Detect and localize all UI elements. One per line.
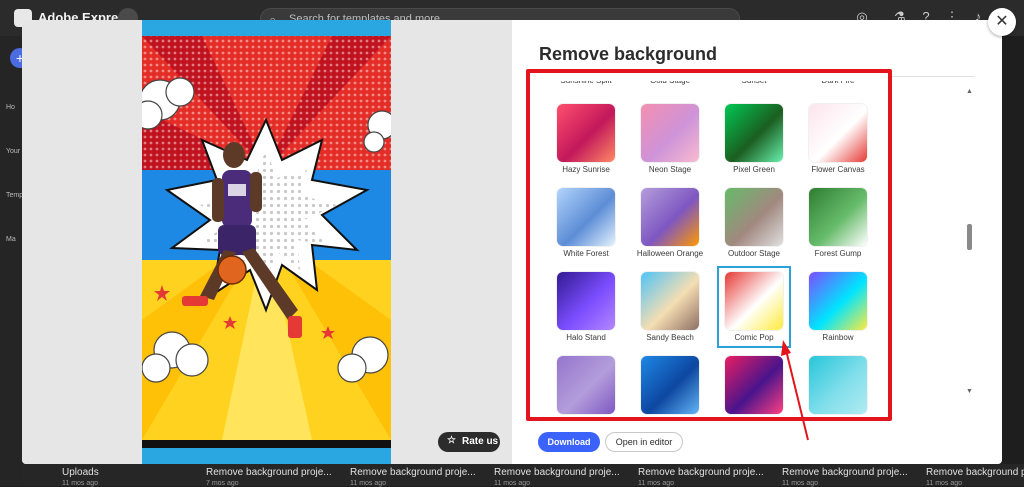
download-button[interactable]: Download — [538, 432, 600, 452]
recent-item-label[interactable]: Remove background proje... — [926, 467, 1024, 478]
left-sidebar: Ho Your Temp Ma — [0, 36, 23, 486]
recent-item-label[interactable]: Remove background proje... — [638, 467, 764, 478]
preview-pane: ☆ Rate us — [22, 20, 512, 464]
recent-item-label[interactable]: Uploads — [62, 467, 99, 478]
sidebar-item-home[interactable]: Ho — [6, 104, 15, 111]
close-modal-button[interactable]: ✕ — [988, 8, 1016, 36]
modal-title: Remove background — [539, 44, 718, 64]
sidebar-item-your-stuff[interactable]: Your — [6, 148, 20, 155]
annotation-red-box — [526, 69, 892, 421]
recent-item-label[interactable]: Remove background proje... — [494, 467, 620, 478]
scrollbar-thumb[interactable] — [967, 224, 972, 250]
preview-image — [142, 20, 391, 464]
open-in-editor-button[interactable]: Open in editor — [605, 432, 683, 452]
scroll-down-arrow-icon[interactable]: ▼ — [966, 388, 973, 395]
star-icon: ☆ — [447, 435, 456, 446]
recent-item-label[interactable]: Remove background proje... — [782, 467, 908, 478]
sidebar-item-templates[interactable]: Temp — [6, 192, 23, 199]
recent-item-label[interactable]: Remove background proje... — [350, 467, 476, 478]
close-icon: ✕ — [995, 13, 1009, 30]
scroll-up-arrow-icon[interactable]: ▲ — [966, 88, 973, 95]
rate-us-button[interactable]: ☆ Rate us — [438, 432, 500, 452]
comic-pop-preview — [142, 20, 391, 464]
sidebar-item-more[interactable]: Ma — [6, 236, 16, 243]
recent-item-label[interactable]: Remove background proje... — [206, 467, 332, 478]
rate-us-label: Rate us — [462, 436, 499, 447]
